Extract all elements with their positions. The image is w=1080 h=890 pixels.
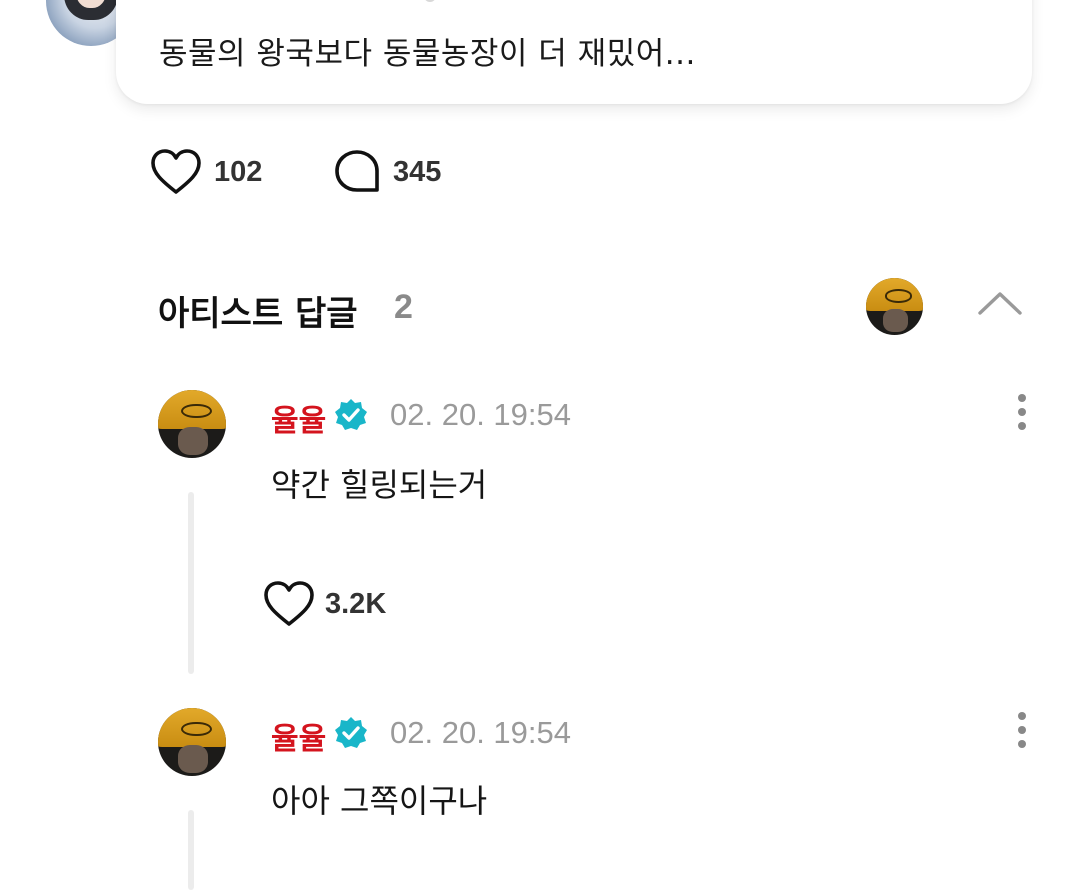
heart-icon (151, 149, 201, 194)
reply-author-avatar[interactable] (158, 390, 226, 458)
reply-text: 아아 그쪽이구나 (271, 782, 488, 820)
reply-like-button[interactable]: 3.2K (263, 580, 386, 628)
heart-icon (264, 581, 314, 626)
post-comment-count: 345 (393, 155, 442, 188)
reply-text: 약간 힐링되는거 (271, 466, 488, 504)
thread-line (188, 492, 194, 674)
chevron-up-icon[interactable] (976, 286, 1024, 318)
comment-bubble-icon (335, 150, 379, 192)
post-like-count: 102 (214, 155, 263, 188)
reply-timestamp: 02. 20. 19:54 (390, 397, 571, 432)
reply-author-name[interactable]: 율율 (271, 714, 326, 758)
more-vertical-icon[interactable] (1012, 712, 1032, 752)
post-comment-button[interactable]: 345 (333, 148, 441, 196)
post-text: 동물의 왕국보다 동물농장이 더 재밌어... (159, 36, 696, 72)
reply-author-avatar[interactable] (158, 708, 226, 776)
thread-line (188, 810, 194, 890)
artist-replies-title: 아티스트 답글 (158, 294, 358, 334)
reply-like-count: 3.2K (325, 587, 387, 620)
artist-avatar[interactable] (866, 278, 923, 335)
artist-replies-count: 2 (394, 288, 413, 326)
reply-author-name[interactable]: 율율 (271, 396, 326, 440)
reply-timestamp: 02. 20. 19:54 (390, 715, 571, 750)
post-bubble: 동물의 왕국보다 동물농장이 더 재밌어... (116, 0, 1032, 104)
verified-badge-icon (335, 717, 367, 748)
verified-badge-icon (335, 399, 367, 430)
more-vertical-icon[interactable] (1012, 394, 1032, 434)
post-like-button[interactable]: 102 (150, 148, 262, 196)
